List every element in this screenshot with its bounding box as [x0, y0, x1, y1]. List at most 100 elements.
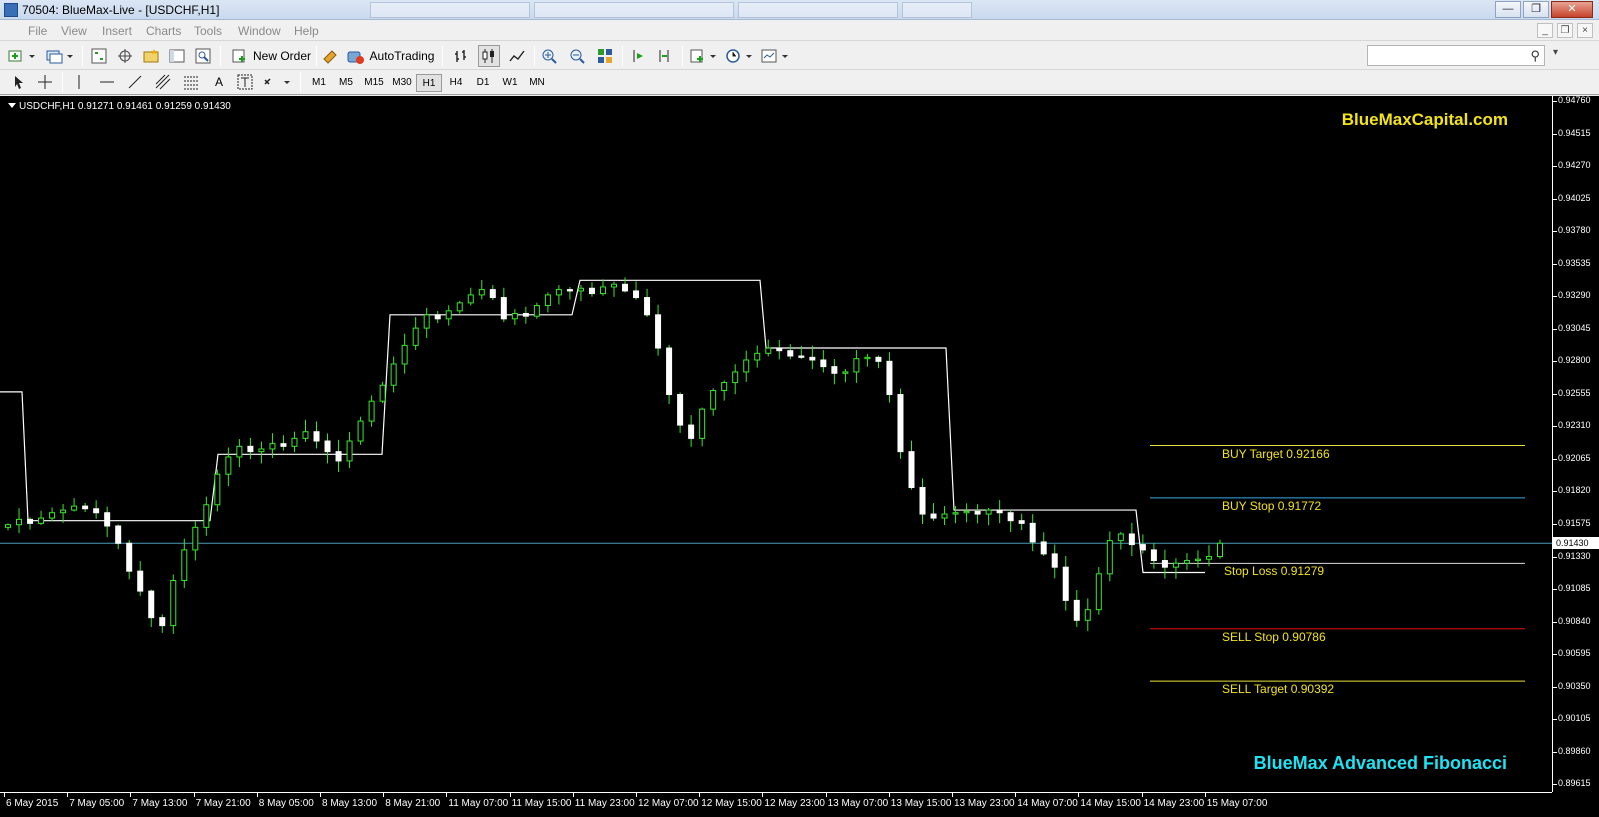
menu-window[interactable]: Window [238, 24, 281, 38]
timeframe-m1[interactable]: M1 [306, 74, 332, 92]
time-tick [130, 793, 132, 797]
bar-chart-button[interactable] [450, 45, 472, 67]
metaeditor-button[interactable] [320, 45, 340, 67]
candle-body [16, 518, 23, 526]
terminal-button[interactable] [166, 45, 188, 67]
vertical-line-button[interactable] [68, 71, 90, 93]
tile-windows-button[interactable] [594, 45, 616, 67]
timeframe-h4[interactable]: H4 [443, 74, 469, 92]
arrows-button[interactable] [262, 71, 294, 93]
crosshair-icon [38, 75, 52, 89]
templates-button[interactable] [760, 45, 792, 67]
market-watch-button[interactable] [88, 45, 110, 67]
candle-body [1161, 560, 1168, 568]
candle-body [236, 445, 243, 458]
menu-tools[interactable]: Tools [194, 24, 222, 38]
periods-button[interactable] [724, 45, 756, 67]
new-order-button[interactable]: New Order [228, 45, 314, 67]
candle-body [1139, 544, 1146, 551]
time-tick [1204, 793, 1206, 797]
menu-help[interactable]: Help [294, 24, 319, 38]
candle-body [511, 313, 518, 320]
price-axis[interactable]: 0.94760 0.94515 0.94270 0.94025 0.93780 0.935… [1552, 95, 1599, 792]
zoom-out-button[interactable] [566, 45, 588, 67]
candlestick-chart-button[interactable] [478, 45, 500, 67]
timeframe-w1[interactable]: W1 [497, 74, 523, 92]
indicators-button[interactable] [688, 45, 720, 67]
price-label: 0.89615 [1558, 778, 1591, 789]
timeframe-m30[interactable]: M30 [388, 74, 416, 92]
timeframe-h1[interactable]: H1 [416, 74, 442, 92]
data-window-button[interactable] [114, 45, 136, 67]
timeframe-mn[interactable]: MN [524, 74, 550, 92]
new-chart-button[interactable] [6, 45, 38, 67]
search-input[interactable]: ⚲ [1367, 45, 1545, 66]
candle-body [291, 437, 298, 447]
text-icon: A [214, 75, 223, 89]
profiles-button[interactable] [44, 45, 76, 67]
maximize-button[interactable]: ❐ [1523, 1, 1549, 18]
price-tick [1553, 589, 1557, 591]
clock-icon [726, 49, 752, 63]
strategy-tester-button[interactable] [192, 45, 214, 67]
candle-body [71, 505, 78, 511]
time-tick [67, 793, 69, 797]
price-tick [1553, 426, 1557, 428]
navigator-button[interactable] [140, 45, 162, 67]
equidistant-channel-button[interactable] [152, 71, 174, 93]
mdi-restore-button[interactable]: ❐ [1557, 23, 1573, 38]
candle-body [897, 394, 904, 453]
mdi-close-button[interactable]: × [1577, 23, 1593, 38]
menu-file[interactable]: File [28, 24, 47, 38]
text-label-button[interactable] [234, 71, 256, 93]
candle-body [522, 313, 529, 317]
crosshair-button[interactable] [34, 71, 56, 93]
menu-view[interactable]: View [61, 24, 87, 38]
candle-body [60, 509, 67, 514]
search-icon[interactable]: ⚲ [1530, 48, 1540, 64]
arrows-icon [264, 78, 290, 85]
timeframe-d1[interactable]: D1 [470, 74, 496, 92]
trendline-button[interactable] [124, 71, 146, 93]
horizontal-line-button[interactable] [96, 71, 118, 93]
zoom-in-button[interactable] [538, 45, 560, 67]
candle-body [148, 590, 155, 619]
close-button[interactable]: ✕ [1551, 1, 1593, 18]
candle-body [1095, 573, 1102, 611]
candle-body [379, 384, 386, 402]
autotrading-button[interactable]: AutoTrading [344, 45, 436, 67]
symbol-ohlc-label: USDCHF,H1 0.91271 0.91461 0.91259 0.9143… [19, 101, 231, 112]
chart-shift-icon [659, 50, 669, 62]
price-label: 0.92065 [1558, 452, 1591, 463]
price-label: 0.92800 [1558, 355, 1591, 366]
menu-insert[interactable]: Insert [102, 24, 132, 38]
candle-body [478, 289, 485, 296]
line-chart-button[interactable] [506, 45, 528, 67]
candle-body [434, 314, 441, 320]
candle-body [324, 440, 331, 453]
fibonacci-button[interactable] [180, 71, 202, 93]
price-label: 0.92555 [1558, 387, 1591, 398]
toolbar-options-icon[interactable]: ▾ [1553, 47, 1569, 65]
text-button[interactable]: A [208, 71, 230, 93]
time-axis[interactable]: 6 May 2015 7 May 05:00 7 May 13:00 7 May 21… [0, 792, 1552, 817]
menu-charts[interactable]: Charts [146, 24, 181, 38]
cursor-button[interactable] [8, 71, 30, 93]
candle-body [401, 344, 408, 365]
background-tab [370, 2, 530, 18]
price-tick [1553, 491, 1557, 493]
chart-window[interactable]: USDCHF,H1 0.91271 0.91461 0.91259 0.9143… [0, 95, 1599, 817]
auto-scroll-button[interactable] [628, 45, 650, 67]
price-tick [1553, 751, 1557, 753]
timeframe-m5[interactable]: M5 [333, 74, 359, 92]
title-bar: 70504: BlueMax-Live - [USDCHF,H1] — ❐ ✕ [0, 0, 1599, 20]
candle-body [1217, 542, 1223, 558]
line-studies-toolbar: A M1 M5 M15 M30 H1 H4 D1 W1 MN [0, 70, 1599, 95]
timeframe-m15[interactable]: M15 [360, 74, 388, 92]
candle-body [599, 286, 606, 295]
mdi-minimize-button[interactable]: _ [1537, 23, 1553, 38]
minimize-button[interactable]: — [1495, 1, 1521, 18]
chart-shift-button[interactable] [654, 45, 676, 67]
price-tick [1553, 686, 1557, 688]
candle-body [247, 445, 254, 453]
